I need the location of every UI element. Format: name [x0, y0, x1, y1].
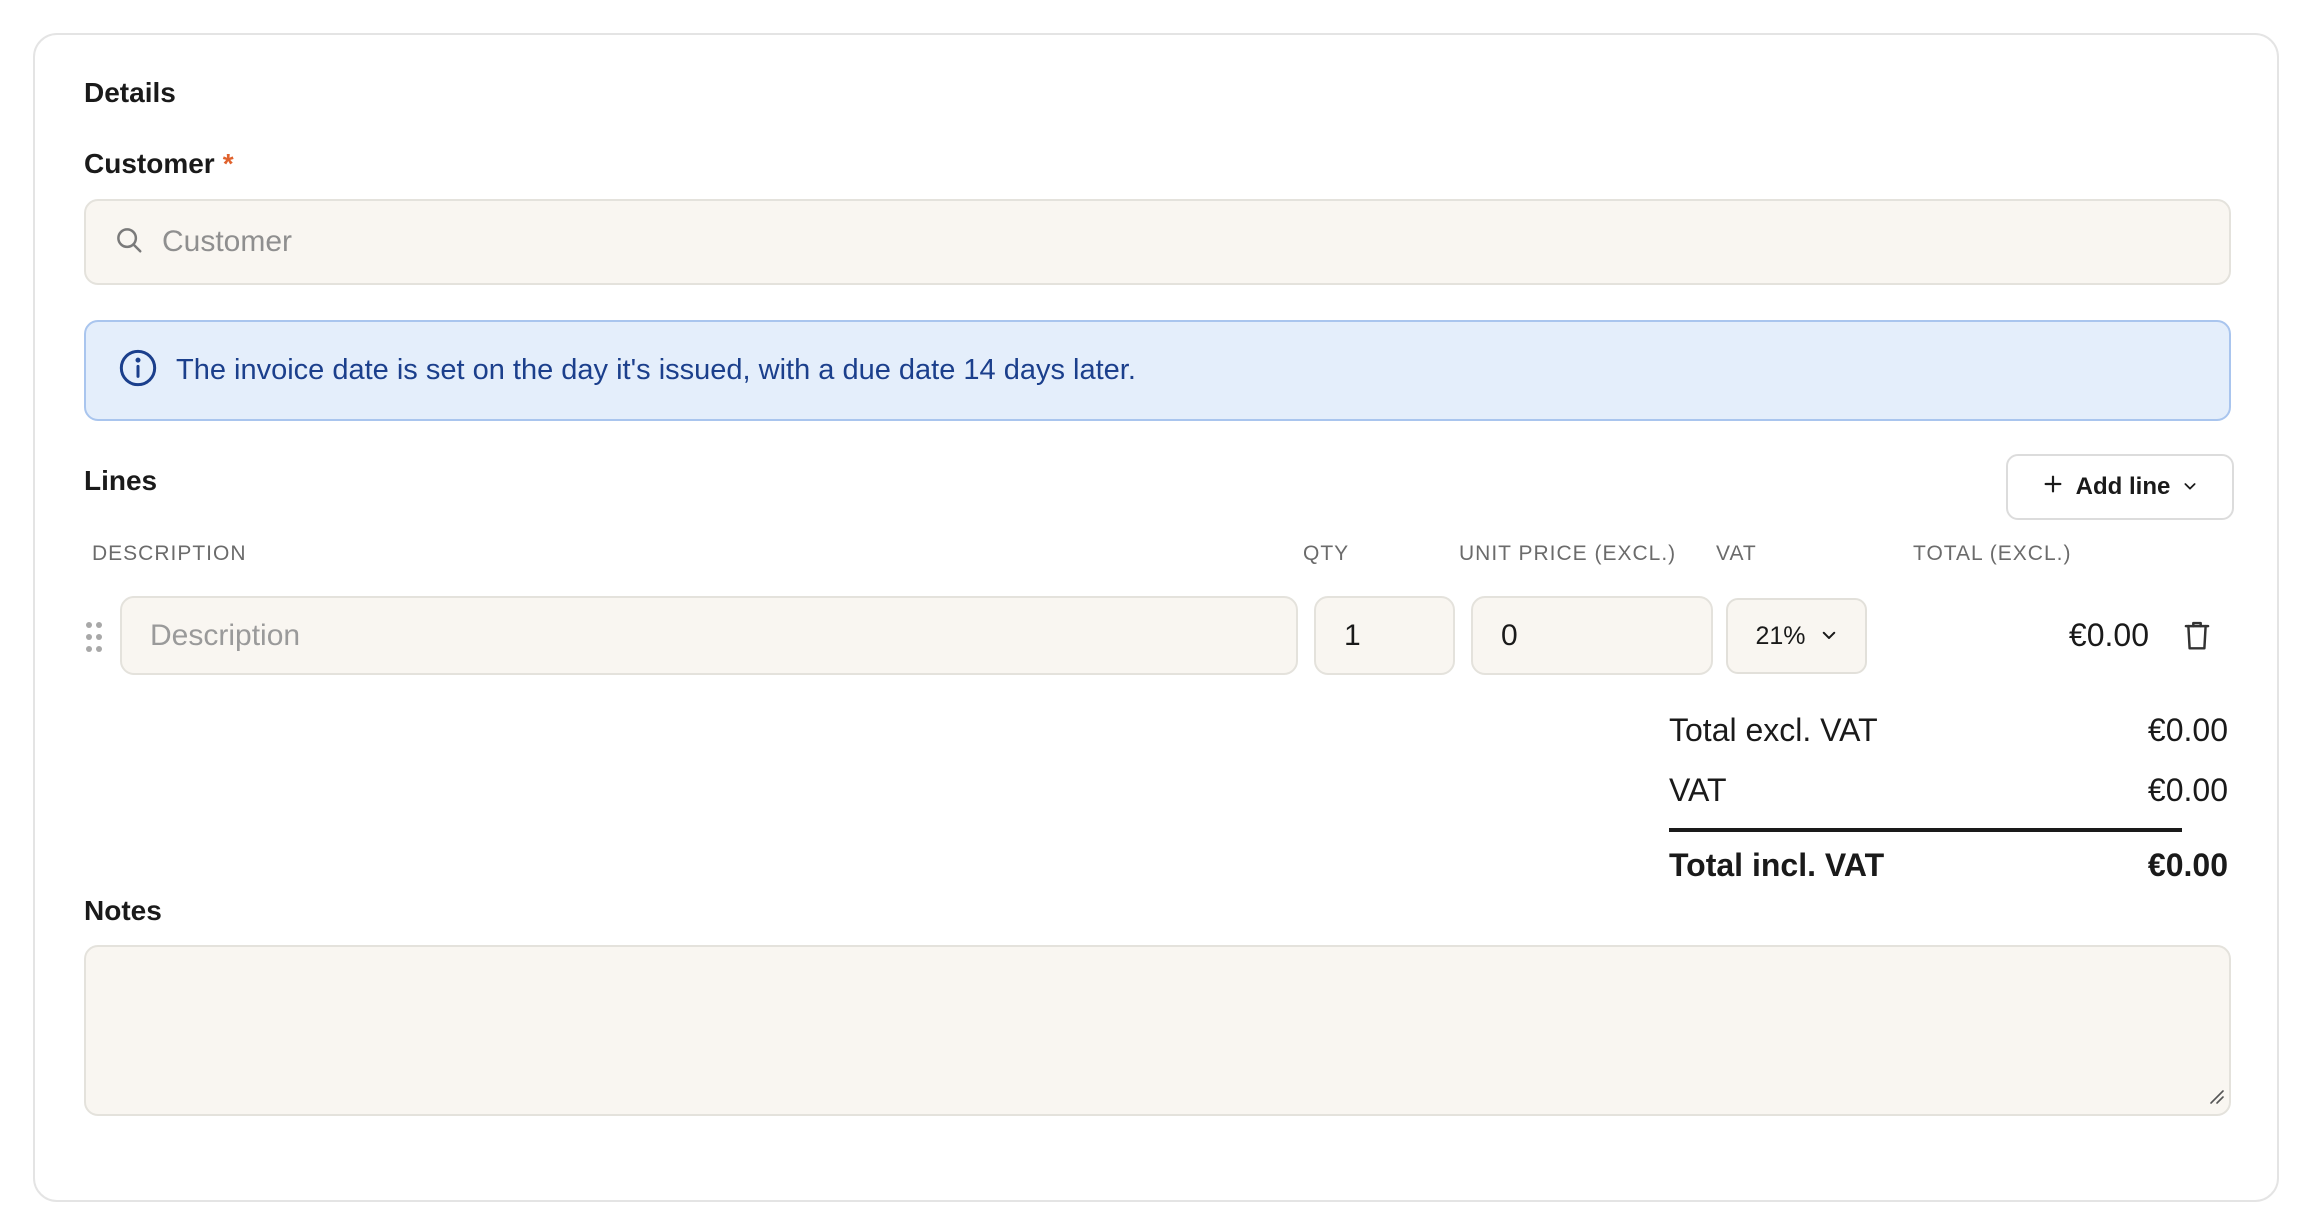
column-header-description: DESCRIPTION — [92, 542, 247, 565]
description-input[interactable] — [150, 618, 1296, 653]
line-total-value: €0.00 — [2068, 617, 2149, 653]
customer-label-row: Customer * — [84, 148, 234, 180]
info-banner: The invoice date is set on the day it's … — [84, 320, 2231, 421]
chevron-down-icon — [1820, 622, 1838, 651]
customer-search-field[interactable] — [84, 199, 2231, 285]
plus-icon — [2042, 473, 2064, 502]
total-incl-vat-label: Total incl. VAT — [1669, 847, 1885, 883]
vat-total-label: VAT — [1669, 772, 1727, 808]
qty-value: 1 — [1344, 618, 1361, 652]
notes-label: Notes — [84, 895, 162, 926]
drag-handle-icon[interactable] — [85, 621, 103, 658]
total-excl-vat-value: €0.00 — [2147, 712, 2228, 748]
total-excl-vat-label: Total excl. VAT — [1669, 712, 1878, 748]
add-line-button[interactable]: Add line — [2006, 454, 2234, 520]
column-header-vat: VAT — [1716, 542, 1757, 565]
trash-icon[interactable] — [2182, 620, 2212, 657]
unit-price-value: 0 — [1501, 618, 1518, 652]
search-icon — [114, 225, 144, 260]
vat-select-value: 21% — [1755, 621, 1806, 650]
required-mark: * — [222, 148, 234, 179]
lines-section-title: Lines — [84, 465, 158, 496]
add-line-label: Add line — [2075, 473, 2171, 500]
description-field[interactable] — [120, 596, 1298, 675]
column-header-unit-price: UNIT PRICE (EXCL.) — [1459, 542, 1677, 565]
vat-total-value: €0.00 — [2147, 772, 2228, 808]
info-icon — [118, 348, 158, 393]
details-section-title: Details — [84, 77, 176, 108]
customer-label: Customer — [84, 148, 215, 179]
summary-divider — [1669, 828, 2182, 832]
column-header-total: TOTAL (EXCL.) — [1913, 542, 2072, 565]
notes-textarea[interactable] — [86, 947, 2229, 1114]
total-incl-vat-value: €0.00 — [2147, 847, 2228, 883]
customer-search-input[interactable] — [162, 225, 2062, 259]
resize-grip-icon[interactable] — [2207, 1087, 2225, 1110]
chevron-down-icon — [2182, 473, 2198, 501]
invoice-details-card: Details Customer* The invoice date is se… — [33, 33, 2279, 1202]
qty-field[interactable]: 1 — [1314, 596, 1455, 675]
vat-select[interactable]: 21% — [1726, 598, 1867, 674]
unit-price-field[interactable]: 0 — [1471, 596, 1713, 675]
info-banner-text: The invoice date is set on the day it's … — [176, 354, 1136, 386]
notes-field[interactable] — [84, 945, 2231, 1116]
column-header-qty: QTY — [1303, 542, 1350, 565]
